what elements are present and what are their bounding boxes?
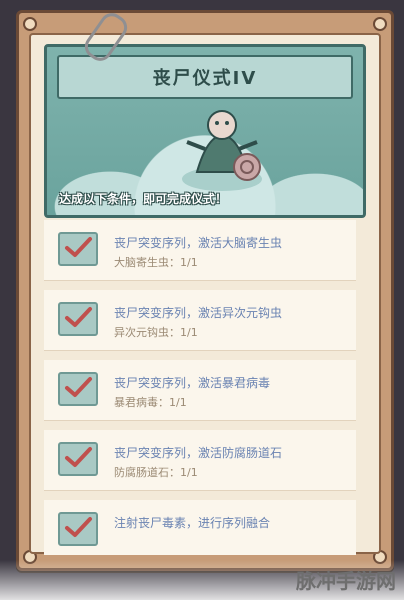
task-row: 丧尸突变序列，激活大脑寄生虫 大脑寄生虫：1/1	[44, 220, 356, 281]
task-progress: 大脑寄生虫：1/1	[114, 256, 198, 269]
banner-title-bar: 丧尸仪式IV	[57, 55, 353, 99]
task-title: 丧尸突变序列，激活暴君病毒	[114, 376, 271, 390]
check-icon	[58, 442, 98, 476]
nail-icon	[373, 17, 387, 31]
banner-subtitle: 达成以下条件，即可完成仪式！	[59, 192, 228, 206]
zombie-illustration-icon	[182, 110, 262, 191]
task-progress: 防腐肠道石：1/1	[114, 466, 198, 479]
check-icon	[58, 512, 98, 546]
ritual-banner: 丧尸仪式IV 达成以下条件，即可完成仪式！	[44, 44, 366, 218]
nail-icon	[23, 17, 37, 31]
watermark: 脉冲手游网	[296, 569, 396, 593]
task-title: 丧尸突变序列，激活异次元钩虫	[114, 306, 283, 320]
task-progress: 异次元钩虫：1/1	[114, 326, 198, 339]
task-list[interactable]: 丧尸突变序列，激活大脑寄生虫 大脑寄生虫：1/1 丧尸突变序列，激活异次元钩虫 …	[40, 220, 364, 555]
task-row: 注射丧尸毒素，进行序列融合	[44, 500, 356, 555]
task-title: 丧尸突变序列，激活防腐肠道石	[114, 446, 283, 460]
check-icon	[58, 372, 98, 406]
task-title: 注射丧尸毒素，进行序列融合	[114, 516, 271, 530]
task-progress: 暴君病毒：1/1	[114, 396, 187, 409]
task-row: 丧尸突变序列，激活异次元钩虫 异次元钩虫：1/1	[44, 290, 356, 351]
banner-title: 丧尸仪式IV	[152, 68, 258, 89]
task-row: 丧尸突变序列，激活暴君病毒 暴君病毒：1/1	[44, 360, 356, 421]
check-icon	[58, 232, 98, 266]
task-row: 丧尸突变序列，激活防腐肠道石 防腐肠道石：1/1	[44, 430, 356, 491]
check-icon	[58, 302, 98, 336]
task-title: 丧尸突变序列，激活大脑寄生虫	[114, 236, 283, 250]
